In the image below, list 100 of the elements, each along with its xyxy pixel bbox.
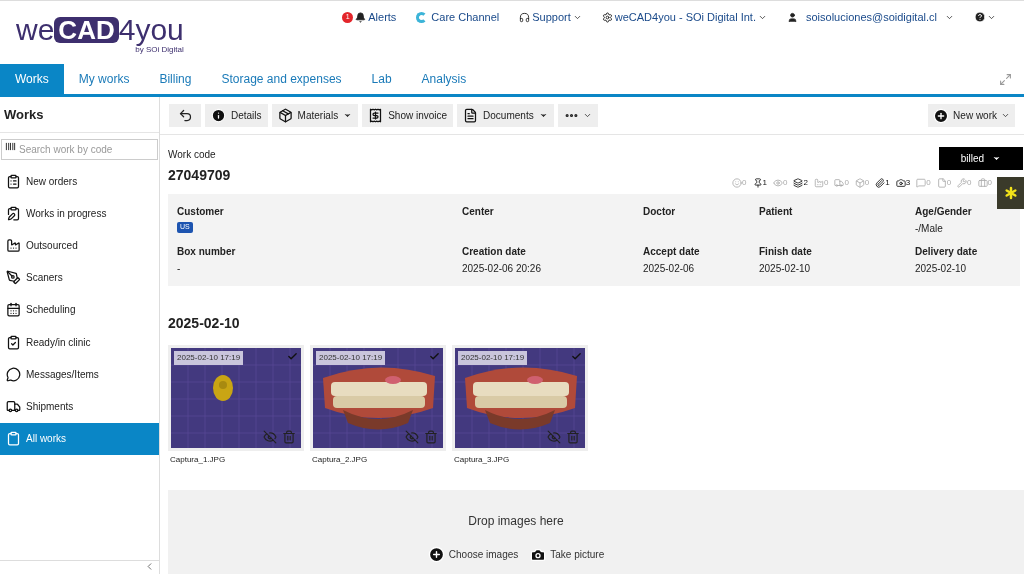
nav-tab[interactable]: Lab	[356, 64, 407, 94]
sidebar-item[interactable]: Works in progress	[0, 197, 159, 230]
clipboard-icon	[6, 205, 21, 221]
image-timestamp: 2025-02-10 17:19	[458, 351, 528, 365]
image-timestamp: 2025-02-10 17:19	[174, 351, 244, 365]
help-widget[interactable]	[997, 177, 1024, 209]
eye-icon	[773, 178, 783, 188]
layers-icon	[793, 178, 804, 188]
nav-tab[interactable]: My works	[63, 64, 145, 94]
info-icon	[211, 108, 226, 123]
caret-icon	[1001, 111, 1010, 120]
toolbar-button[interactable]: Documents	[457, 104, 554, 127]
help-dropdown[interactable]	[974, 11, 996, 24]
work-code: 27049709	[168, 166, 231, 185]
pin-icon	[752, 178, 763, 188]
sidebar-item[interactable]: Scaners	[0, 261, 159, 294]
wrench-icon	[957, 178, 968, 188]
field-label: Doctor	[643, 205, 677, 219]
back-icon	[177, 108, 193, 123]
clipboard-icon	[6, 431, 21, 447]
toolbar-button[interactable]: Show invoice	[362, 104, 454, 127]
counter: 0	[854, 177, 870, 189]
field-label: Box number	[177, 245, 237, 259]
barcode-icon	[5, 141, 16, 152]
receipt-icon	[368, 108, 384, 123]
image-caption: Captura_3.JPG	[453, 454, 511, 466]
headphones-icon	[519, 11, 531, 23]
check-icon[interactable]	[429, 351, 440, 362]
message-icon	[916, 178, 927, 188]
caret-icon	[992, 154, 1002, 163]
hide-icon[interactable]	[547, 430, 561, 444]
message-icon	[6, 366, 21, 382]
nav-tab[interactable]: Works	[0, 64, 64, 94]
calendar-icon	[6, 302, 21, 318]
help-icon	[974, 11, 986, 24]
support-dropdown[interactable]: Support	[519, 9, 582, 26]
field-label: Creation date	[462, 245, 527, 259]
field-label: Finish date	[759, 245, 813, 259]
counter: 0	[936, 177, 952, 189]
sidebar-item[interactable]: Shipments	[0, 390, 159, 423]
image-thumbnail[interactable]: 2025-02-10 17:19	[452, 345, 588, 451]
clipboard-check-icon	[6, 334, 21, 350]
toolbar-button[interactable]: Materials	[271, 104, 359, 127]
user-dropdown[interactable]: soisoluciones@soidigital.cl	[787, 9, 954, 26]
take-picture-button[interactable]: Take picture	[530, 546, 605, 563]
sidebar-item[interactable]: Scheduling	[0, 293, 159, 326]
delete-icon[interactable]	[282, 430, 296, 444]
camera-icon	[895, 178, 906, 188]
counter: 0	[957, 177, 972, 189]
fullscreen-icon[interactable]	[999, 72, 1012, 86]
nav-tab[interactable]: Analysis	[406, 64, 482, 94]
plus-icon	[427, 546, 445, 563]
care-channel-link[interactable]: Care Channel	[416, 9, 500, 26]
field-value: 2025-02-06	[643, 262, 696, 276]
status-dropdown[interactable]: billed	[939, 147, 1023, 170]
box-icon	[854, 178, 865, 188]
paperclip-icon	[875, 178, 886, 188]
nav-tab[interactable]: Storage and expenses	[206, 64, 357, 94]
check-icon[interactable]	[287, 351, 298, 362]
check-icon[interactable]	[571, 351, 582, 362]
factory-icon	[813, 178, 824, 188]
counter: 1	[875, 177, 890, 189]
field-value: 2025-02-10	[915, 262, 968, 276]
box-icon	[277, 108, 293, 123]
logo-text: 4you	[118, 15, 184, 45]
nav-tab[interactable]: Billing	[144, 64, 207, 94]
search-field[interactable]: Search work by code	[1, 139, 158, 160]
field-label: Customer	[177, 205, 225, 219]
drop-zone-title: Drop images here	[468, 513, 564, 530]
more-button[interactable]	[557, 104, 598, 127]
briefcase-icon	[977, 178, 988, 188]
sidebar-item[interactable]: Outsourced	[0, 229, 159, 262]
field-value: -/Male	[915, 222, 944, 236]
delete-icon[interactable]	[566, 430, 580, 444]
image-thumbnail[interactable]: 2025-02-10 17:19	[168, 345, 304, 451]
delete-icon[interactable]	[424, 430, 438, 444]
plus-icon	[933, 107, 950, 124]
c-logo-icon	[416, 11, 428, 23]
hide-icon[interactable]	[405, 430, 419, 444]
company-dropdown[interactable]: weCAD4you - SOi Digital Int.	[601, 9, 767, 26]
new-work-button[interactable]: New work	[928, 104, 1015, 127]
hide-icon[interactable]	[263, 430, 277, 444]
bell-icon	[355, 11, 367, 23]
drop-zone[interactable]: Drop images here Choose images Take picture	[168, 490, 1024, 574]
counter: 0	[834, 177, 849, 189]
field-label: Center	[462, 205, 495, 219]
sidebar-item[interactable]: Messages/Items	[0, 358, 159, 391]
sidebar-item[interactable]: New orders	[0, 165, 159, 198]
field-value: 2025-02-06 20:26	[462, 262, 542, 276]
toolbar-button[interactable]: Details	[205, 104, 268, 127]
smile-icon	[732, 178, 743, 188]
sidebar-item[interactable]: All works	[0, 422, 159, 455]
sidebar-item[interactable]: Ready/in clinic	[0, 325, 159, 359]
image-thumbnail[interactable]: 2025-02-10 17:19	[310, 345, 446, 451]
back-button[interactable]	[169, 104, 201, 127]
field-label: Delivery date	[915, 245, 979, 259]
image-caption: Captura_2.JPG	[311, 454, 369, 466]
field-value: 2025-02-10	[759, 262, 812, 276]
work-code-label: Work code	[168, 148, 217, 162]
choose-images-button[interactable]: Choose images	[427, 546, 519, 563]
